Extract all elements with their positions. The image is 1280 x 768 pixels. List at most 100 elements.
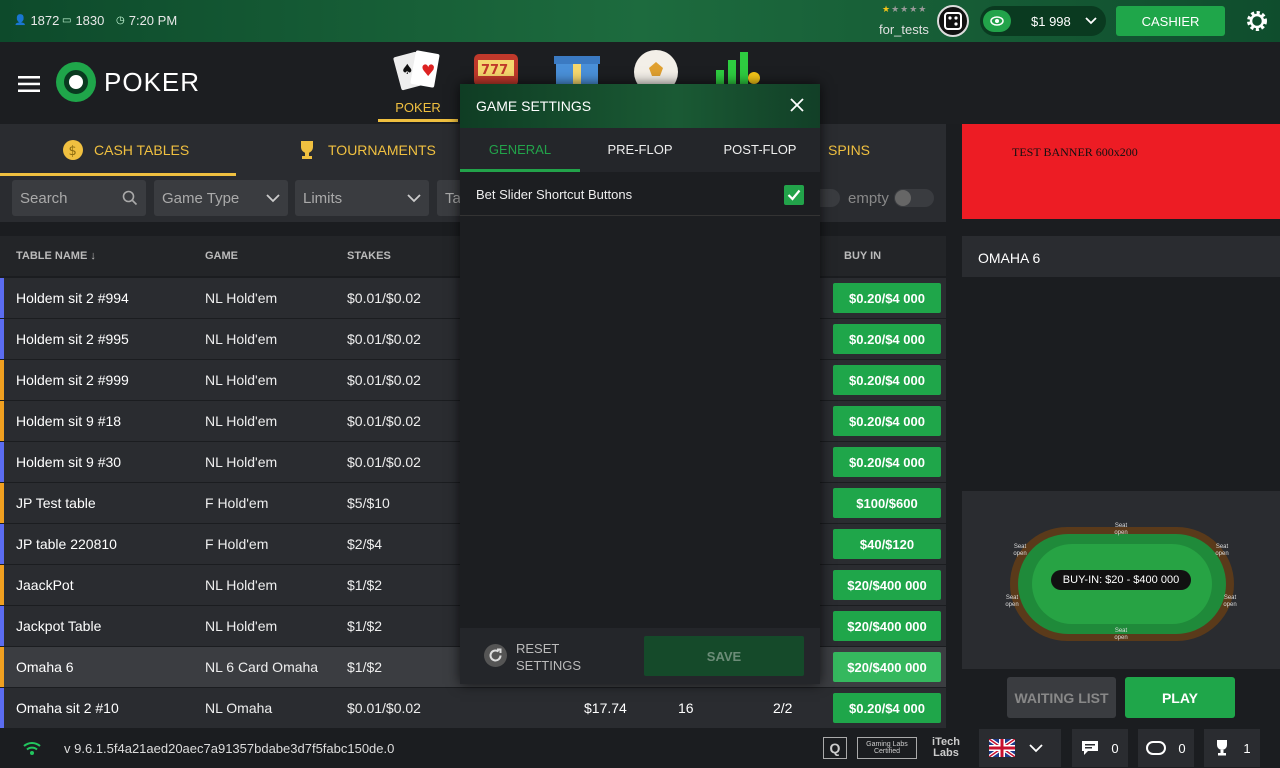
game-type-select[interactable]: Game Type: [154, 180, 288, 216]
row-buy-in-button[interactable]: $100/$600: [833, 488, 941, 518]
open-seat[interactable]: Seat open: [1111, 628, 1131, 642]
seat-label: Seat: [1114, 628, 1128, 634]
tab-pre-flop[interactable]: PRE-FLOP: [580, 142, 700, 157]
row-accent: [0, 360, 4, 400]
seat-status: open: [1114, 530, 1128, 536]
chat-button[interactable]: 0: [1072, 729, 1128, 767]
row-stakes: $0.01/$0.02: [347, 700, 421, 716]
gear-icon[interactable]: [1243, 7, 1271, 35]
empty-toggle-label: empty: [848, 190, 889, 207]
limits-select[interactable]: Limits: [295, 180, 429, 216]
nav-poker[interactable]: ♥ ♠: [393, 48, 443, 91]
trophy-icon: [301, 141, 313, 159]
selected-table-name: OMAHA 6: [978, 250, 1041, 266]
open-tables-button[interactable]: 0: [1138, 729, 1194, 767]
seat-status: open: [1114, 635, 1128, 641]
tab-spins[interactable]: SPINS: [828, 124, 870, 176]
row-buy-in-button[interactable]: $0.20/$4 000: [833, 447, 941, 477]
hamburger-menu-icon[interactable]: [18, 76, 40, 92]
clock-icon: ◷: [116, 15, 125, 26]
row-game: NL 6 Card Omaha: [205, 659, 319, 675]
row-stakes: $5/$10: [347, 495, 390, 511]
row-table-name: Holdem sit 2 #995: [16, 331, 129, 347]
dice-icon: [944, 12, 962, 30]
row-buy-in-button[interactable]: $0.20/$4 000: [833, 406, 941, 436]
empty-toggle[interactable]: [894, 189, 934, 207]
reset-settings-button[interactable]: RESET SETTINGS: [516, 640, 586, 674]
col-table-name[interactable]: TABLE NAME ↓: [16, 250, 96, 262]
table-icon: ▭: [62, 15, 72, 26]
row-stakes: $1/$2: [347, 659, 383, 675]
row-buy-in-button[interactable]: $20/$400 000: [833, 611, 941, 641]
row-table-name: Omaha 6: [16, 659, 74, 675]
row-accent: [0, 319, 4, 359]
nav-poker-label[interactable]: POKER: [378, 100, 458, 115]
play-button[interactable]: PLAY: [1125, 677, 1235, 718]
row-accent: [0, 647, 4, 687]
eye-icon[interactable]: [983, 10, 1011, 32]
reset-icon[interactable]: [484, 644, 507, 667]
row-buy-in-button[interactable]: $0.20/$4 000: [833, 693, 941, 723]
language-select[interactable]: [979, 729, 1061, 767]
row-stakes: $0.01/$0.02: [347, 290, 421, 306]
tournaments-count-button[interactable]: 1: [1204, 729, 1260, 767]
seat-status: open: [1223, 602, 1237, 608]
row-table-name: Holdem sit 2 #994: [16, 290, 129, 306]
search-input[interactable]: Search: [12, 180, 146, 216]
tab-cash-tables[interactable]: $ CASH TABLES: [62, 124, 189, 176]
balance-dropdown[interactable]: $1 998: [980, 6, 1106, 36]
search-icon: [122, 190, 138, 206]
chevron-down-icon: [266, 193, 280, 202]
svg-text:777: 777: [481, 63, 508, 78]
reset-label-line2: SETTINGS: [516, 658, 582, 673]
save-button[interactable]: SAVE: [644, 636, 804, 676]
row-game: F Hold'em: [205, 536, 269, 552]
players-online: 👤 1872: [14, 13, 60, 28]
cert-itech-text: iTech Labs: [932, 736, 960, 759]
open-seat[interactable]: Seat open: [1002, 595, 1022, 609]
cashier-button[interactable]: CASHIER: [1116, 6, 1225, 36]
tab-tournaments[interactable]: TOURNAMENTS: [296, 124, 436, 176]
row-buy-in-button[interactable]: $20/$400 000: [833, 652, 941, 682]
row-stakes: $1/$2: [347, 618, 383, 634]
row-table-name: Holdem sit 9 #30: [16, 454, 122, 470]
table-icon: [1146, 741, 1167, 755]
row-stakes: $1/$2: [347, 577, 383, 593]
row-accent: [0, 606, 4, 646]
col-buy-in[interactable]: BUY IN: [844, 250, 881, 262]
chat-icon: [1082, 741, 1099, 755]
bet-slider-setting-label: Bet Slider Shortcut Buttons: [476, 187, 633, 202]
cert-itech-logo: iTech Labs: [928, 737, 964, 759]
game-type-value: Game Type: [162, 189, 240, 207]
col-game[interactable]: GAME: [205, 250, 238, 262]
promo-banner[interactable]: [962, 124, 1280, 219]
row-accent: [0, 688, 4, 728]
row-buy-in-button[interactable]: $20/$400 000: [833, 570, 941, 600]
row-game: NL Hold'em: [205, 454, 278, 470]
open-seat[interactable]: Seat open: [1010, 544, 1030, 558]
username[interactable]: for_tests: [879, 22, 929, 37]
row-buy-in-button[interactable]: $40/$120: [833, 529, 941, 559]
avatar[interactable]: [937, 5, 969, 37]
seat-status: open: [1013, 551, 1027, 557]
banner-text: TEST BANNER 600x200: [1012, 145, 1138, 159]
row-accent: [0, 524, 4, 564]
tab-post-flop[interactable]: POST-FLOP: [700, 142, 820, 157]
col-stakes[interactable]: STAKES: [347, 250, 391, 262]
open-seat[interactable]: Seat open: [1212, 544, 1232, 558]
tab-general[interactable]: GENERAL: [460, 142, 580, 157]
row-buy-in-button[interactable]: $0.20/$4 000: [833, 365, 941, 395]
waiting-list-button[interactable]: WAITING LIST: [1007, 677, 1116, 718]
row-buy-in-button[interactable]: $0.20/$4 000: [833, 324, 941, 354]
row-stakes: $2/$4: [347, 536, 383, 552]
seat-label: Seat: [1013, 544, 1027, 550]
cert-q-logo: Q: [823, 737, 847, 759]
open-seat[interactable]: Seat open: [1220, 595, 1240, 609]
open-seat[interactable]: Seat open: [1111, 523, 1131, 537]
close-icon[interactable]: [790, 98, 804, 112]
table-row[interactable]: Omaha sit 2 #10 NL Omaha $0.01/$0.02 $17.74…: [0, 688, 946, 729]
tables-online: ▭ 1830: [62, 13, 105, 28]
bet-slider-checkbox[interactable]: [784, 185, 804, 205]
row-buy-in-button[interactable]: $0.20/$4 000: [833, 283, 941, 313]
limits-value: Limits: [303, 189, 343, 207]
